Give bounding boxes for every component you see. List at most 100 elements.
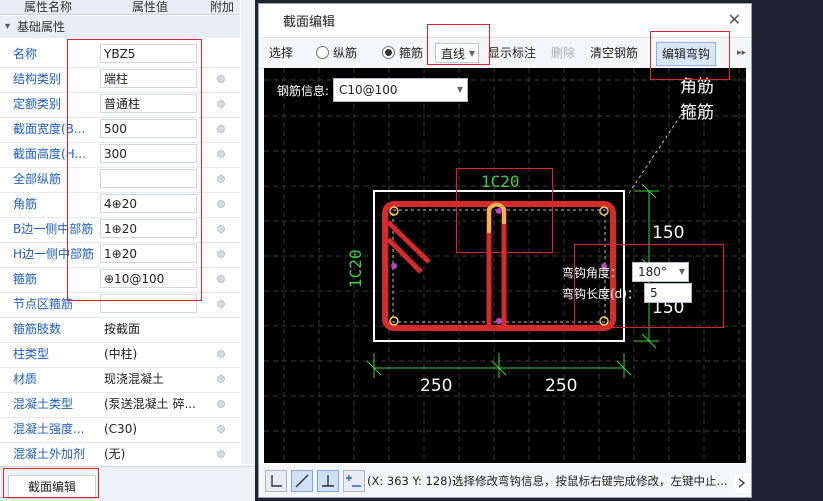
property-row[interactable]: 柱类型 (中柱) [0,342,240,368]
property-row[interactable]: 混凝土强度... (C30) [0,417,240,443]
add-point-icon[interactable] [343,470,365,492]
dialog-toolbar: 选择 纵筋 箍筋 直线 ▼ 显示标注 删除 清空钢筋 编辑弯钩 ▸▸ [259,37,751,69]
property-name: 箍筋肢数 [13,322,62,336]
attach-checkbox[interactable] [217,300,225,308]
property-name: 柱类型 [13,347,50,361]
property-row[interactable]: 混凝土外加剂 (无) [0,442,240,468]
property-row[interactable]: H边一侧中部筋 1⊕20 [0,242,240,268]
property-value[interactable]: YBZ5 [100,44,197,63]
property-row[interactable]: 材质 现浇混凝土 [0,367,240,393]
add-point-glyph [346,475,361,487]
more-icon[interactable]: ▸▸ [737,38,746,68]
property-header: 属性名称 属性值 附加 [0,0,240,15]
bottom-tab-bar: 截面编辑 [0,466,255,501]
property-name: 名称 [13,47,38,61]
property-name: 定额类别 [13,97,62,111]
property-row[interactable]: 全部纵筋 [0,167,240,193]
section-edit-dialog: 截面编辑 ✕ 选择 纵筋 箍筋 直线 ▼ 显示标注 删除 清空钢筋 编辑弯钩 ▸▸ [258,3,752,498]
property-value[interactable] [100,294,197,313]
corner-label: 角筋 [680,77,714,97]
property-value[interactable]: 500 [100,119,197,138]
attach-checkbox[interactable] [217,275,225,283]
property-value[interactable]: 按截面 [100,319,197,338]
vertical-scrollbar[interactable] [241,0,255,465]
scroll-right-icon[interactable] [734,473,750,493]
property-value[interactable]: 4⊕20 [100,194,197,213]
line-icon[interactable] [291,470,313,492]
left-label: 1C20 [346,249,365,288]
hook-length-input[interactable]: 5 [644,283,692,303]
property-value[interactable]: (中柱) [100,344,197,363]
radio-icon [316,46,329,59]
chevron-down-icon: ▼ [468,49,475,58]
chevron-down-icon: ▼ [456,85,463,94]
property-row[interactable]: 箍筋肢数 按截面 [0,317,240,343]
clear-rebar-button[interactable]: 清空钢筋 [590,38,638,68]
close-icon[interactable]: ✕ [728,10,741,29]
property-value[interactable]: 端柱 [100,69,197,88]
property-name: 截面宽度(B... [13,122,86,136]
scroll-right-glyph [738,478,746,488]
group-basic-properties[interactable]: ▾ 基础属性 [0,16,240,38]
hook-length-label: 弯钩长度(d)： [562,287,639,301]
status-bar: (X: 363 Y: 128)选择修改弯钩信息，按鼠标右键完成修改，左键中止..… [259,464,751,497]
property-value[interactable]: 普通柱 [100,94,197,113]
edit-hook-button[interactable]: 编辑弯钩 [656,42,717,66]
property-value[interactable]: (C30) [100,419,197,438]
property-value[interactable]: (无) [100,444,197,463]
hook-angle-dropdown[interactable]: 180° ▼ [632,262,689,282]
attach-checkbox[interactable] [217,100,225,108]
property-row[interactable]: 结构类别 端柱 [0,67,240,93]
property-row[interactable]: 角筋 4⊕20 [0,192,240,218]
property-row[interactable]: 混凝土类型 (泵送混凝土 碎... [0,392,240,418]
attach-checkbox[interactable] [217,400,225,408]
line-mode-dropdown[interactable]: 直线 ▼ [435,43,479,63]
select-button[interactable]: 选择 [269,38,293,68]
hook-angle-value: 180° [638,265,667,279]
property-value[interactable]: 1⊕20 [100,219,197,238]
property-name: 材质 [13,372,38,386]
attach-checkbox[interactable] [217,150,225,158]
attach-checkbox[interactable] [217,200,225,208]
rebar-info-label: 钢筋信息: [277,84,330,98]
col-name-header: 属性名称 [24,0,73,14]
attach-checkbox[interactable] [217,75,225,83]
group-label: 基础属性 [17,20,66,34]
property-row[interactable]: 截面高度(H... 300 [0,142,240,168]
property-value[interactable]: (泵送混凝土 碎... [100,394,197,413]
orthogonal-icon[interactable] [265,470,287,492]
col-extra-header: 附加 [210,0,235,14]
property-value[interactable]: ⊕10@100 [100,269,197,288]
delete-button[interactable]: 删除 [551,38,575,68]
attach-checkbox[interactable] [217,450,225,458]
property-row[interactable]: B边一侧中部筋 1⊕20 [0,217,240,243]
status-text: (X: 363 Y: 128)选择修改弯钩信息，按鼠标右键完成修改，左键中止..… [367,474,728,488]
attach-checkbox[interactable] [217,375,225,383]
property-row[interactable]: 节点区箍筋 [0,292,240,318]
property-value[interactable]: 300 [100,144,197,163]
attach-checkbox[interactable] [217,250,225,258]
collapse-icon[interactable]: ▾ [5,16,10,38]
line-glyph [295,474,309,488]
perpendicular-glyph [322,475,334,487]
property-row[interactable]: 定额类别 普通柱 [0,92,240,118]
property-row[interactable]: 箍筋 ⊕10@100 [0,267,240,293]
attach-checkbox[interactable] [217,175,225,183]
rebar-info-dropdown[interactable]: C10@100 ▼ [333,78,468,102]
attach-checkbox[interactable] [217,350,225,358]
property-row[interactable]: 截面宽度(B... 500 [0,117,240,143]
longitudinal-radio[interactable]: 纵筋 [316,38,357,68]
property-name: 混凝土外加剂 [13,447,86,461]
perpendicular-icon[interactable] [317,470,339,492]
property-value[interactable] [100,169,197,188]
stirrup-radio[interactable]: 箍筋 [382,38,423,68]
attach-checkbox[interactable] [217,125,225,133]
property-row[interactable]: 名称 YBZ5 [0,42,240,68]
attach-checkbox[interactable] [217,425,225,433]
attach-checkbox[interactable] [217,225,225,233]
show-marks-button[interactable]: 显示标注 [488,38,536,68]
property-value[interactable]: 1⊕20 [100,244,197,263]
orthogonal-glyph [271,475,282,487]
section-edit-tab[interactable]: 截面编辑 [8,475,96,499]
property-value[interactable]: 现浇混凝土 [100,369,197,388]
